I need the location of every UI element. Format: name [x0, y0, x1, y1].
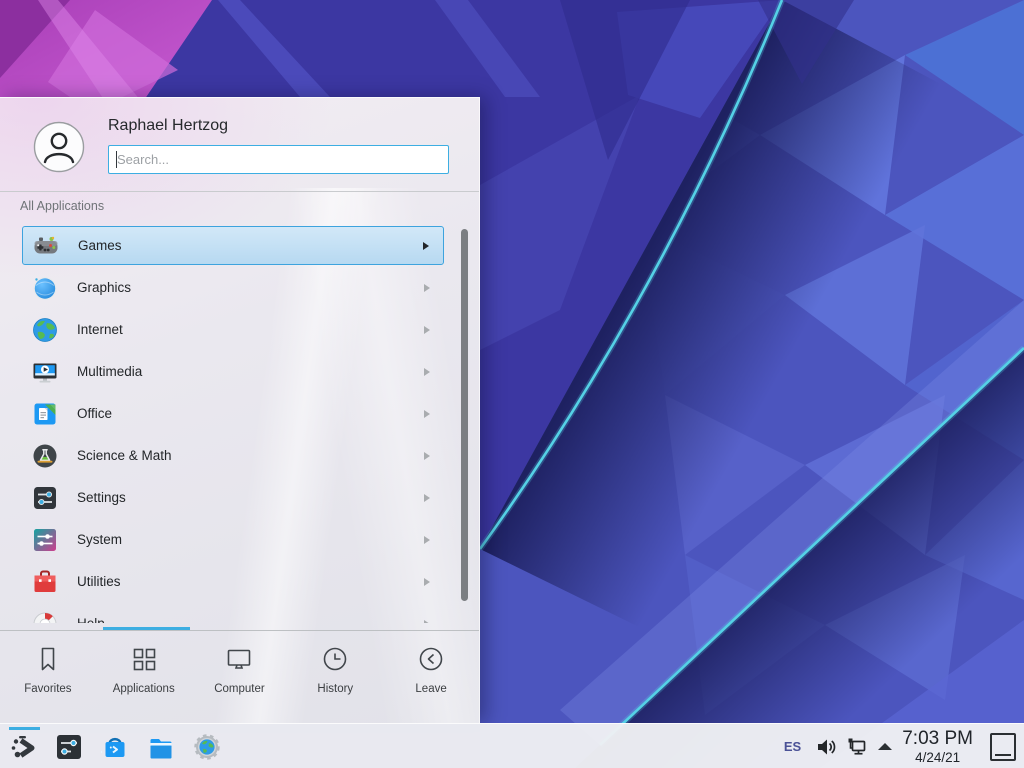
digital-clock[interactable]: 7:03 PM 4/24/21 [902, 729, 973, 765]
tab-computer[interactable]: Computer [192, 631, 288, 723]
category-label: Internet [77, 322, 123, 337]
category-row-games[interactable]: Games [0, 225, 480, 267]
submenu-arrow-icon [424, 326, 430, 334]
tab-favorites[interactable]: Favorites [0, 631, 96, 723]
tab-history[interactable]: History [287, 631, 383, 723]
tab-label: Applications [113, 683, 175, 695]
category-label: Help [77, 616, 105, 623]
submenu-arrow-icon [424, 536, 430, 544]
section-label: All Applications [20, 199, 104, 213]
category-row-multimedia[interactable]: Multimedia [0, 351, 480, 393]
system-icon [32, 527, 58, 553]
category-label: Multimedia [77, 364, 142, 379]
utilities-icon [32, 569, 58, 595]
expand-tray-icon[interactable] [878, 743, 892, 750]
submenu-arrow-icon [424, 410, 430, 418]
applications-icon [129, 644, 159, 674]
category-label: Games [78, 238, 122, 253]
games-icon [33, 233, 59, 259]
graphics-icon [32, 275, 58, 301]
clock-time: 7:03 PM [902, 729, 973, 748]
system-settings-launcher[interactable] [55, 733, 83, 761]
application-launcher-menu: Raphael Hertzog All Applications [0, 97, 480, 723]
text-caret [116, 151, 117, 168]
tab-applications[interactable]: Applications [96, 631, 192, 723]
user-avatar[interactable] [33, 121, 85, 173]
tab-label: Computer [214, 683, 265, 695]
multimedia-icon [32, 359, 58, 385]
tab-leave[interactable]: Leave [383, 631, 479, 723]
category-label: Office [77, 406, 112, 421]
category-row-utilities[interactable]: Utilities [0, 561, 480, 603]
submenu-arrow-icon [424, 620, 430, 624]
tab-label: History [317, 683, 353, 695]
search-input[interactable] [108, 145, 449, 174]
web-browser-launcher[interactable] [193, 733, 221, 761]
header-separator [0, 191, 479, 192]
history-icon [320, 644, 350, 674]
category-row-internet[interactable]: Internet [0, 309, 480, 351]
taskbar-panel: ES 7:03 PM 4/24/21 [0, 723, 1024, 768]
submenu-arrow-icon [424, 368, 430, 376]
help-icon [32, 611, 58, 624]
application-launcher-button[interactable] [9, 733, 37, 761]
user-name: Raphael Hertzog [108, 117, 228, 135]
category-row-science-math[interactable]: Science & Math [0, 435, 480, 477]
science-math-icon [32, 443, 58, 469]
settings-icon [32, 485, 58, 511]
show-desktop-line [995, 754, 1011, 756]
category-row-office[interactable]: Office [0, 393, 480, 435]
category-label: Settings [77, 490, 126, 505]
file-manager-launcher[interactable] [147, 733, 175, 761]
favorites-icon [33, 644, 63, 674]
office-icon [32, 401, 58, 427]
category-row-settings[interactable]: Settings [0, 477, 480, 519]
category-list: Games Graphics [0, 225, 480, 623]
computer-icon [224, 644, 254, 674]
launcher-header: Raphael Hertzog [0, 98, 479, 190]
submenu-arrow-icon [424, 284, 430, 292]
keyboard-layout-indicator[interactable]: ES [784, 739, 801, 754]
submenu-arrow-icon [424, 494, 430, 502]
category-label: Graphics [77, 280, 131, 295]
network-icon[interactable] [844, 735, 868, 759]
category-row-help[interactable]: Help [0, 603, 480, 623]
list-scrollbar[interactable] [461, 229, 468, 601]
discover-launcher[interactable] [101, 733, 129, 761]
tab-label: Favorites [24, 683, 71, 695]
tab-label: Leave [415, 683, 446, 695]
volume-icon[interactable] [814, 735, 838, 759]
submenu-arrow-icon [424, 452, 430, 460]
system-tray: ES 7:03 PM 4/24/21 [784, 724, 1016, 768]
clock-date: 4/24/21 [902, 751, 973, 765]
submenu-arrow-icon [423, 242, 429, 250]
category-label: System [77, 532, 122, 547]
launcher-tabbar: Favorites Applications Computer [0, 631, 479, 723]
show-desktop-button[interactable] [990, 733, 1016, 761]
category-row-graphics[interactable]: Graphics [0, 267, 480, 309]
panel-launchers [9, 733, 221, 761]
leave-icon [416, 644, 446, 674]
submenu-arrow-icon [424, 578, 430, 586]
active-launcher-indicator [9, 727, 40, 730]
category-row-system[interactable]: System [0, 519, 480, 561]
internet-icon [32, 317, 58, 343]
category-label: Utilities [77, 574, 121, 589]
category-label: Science & Math [77, 448, 172, 463]
desktop: Raphael Hertzog All Applications [0, 0, 1024, 768]
